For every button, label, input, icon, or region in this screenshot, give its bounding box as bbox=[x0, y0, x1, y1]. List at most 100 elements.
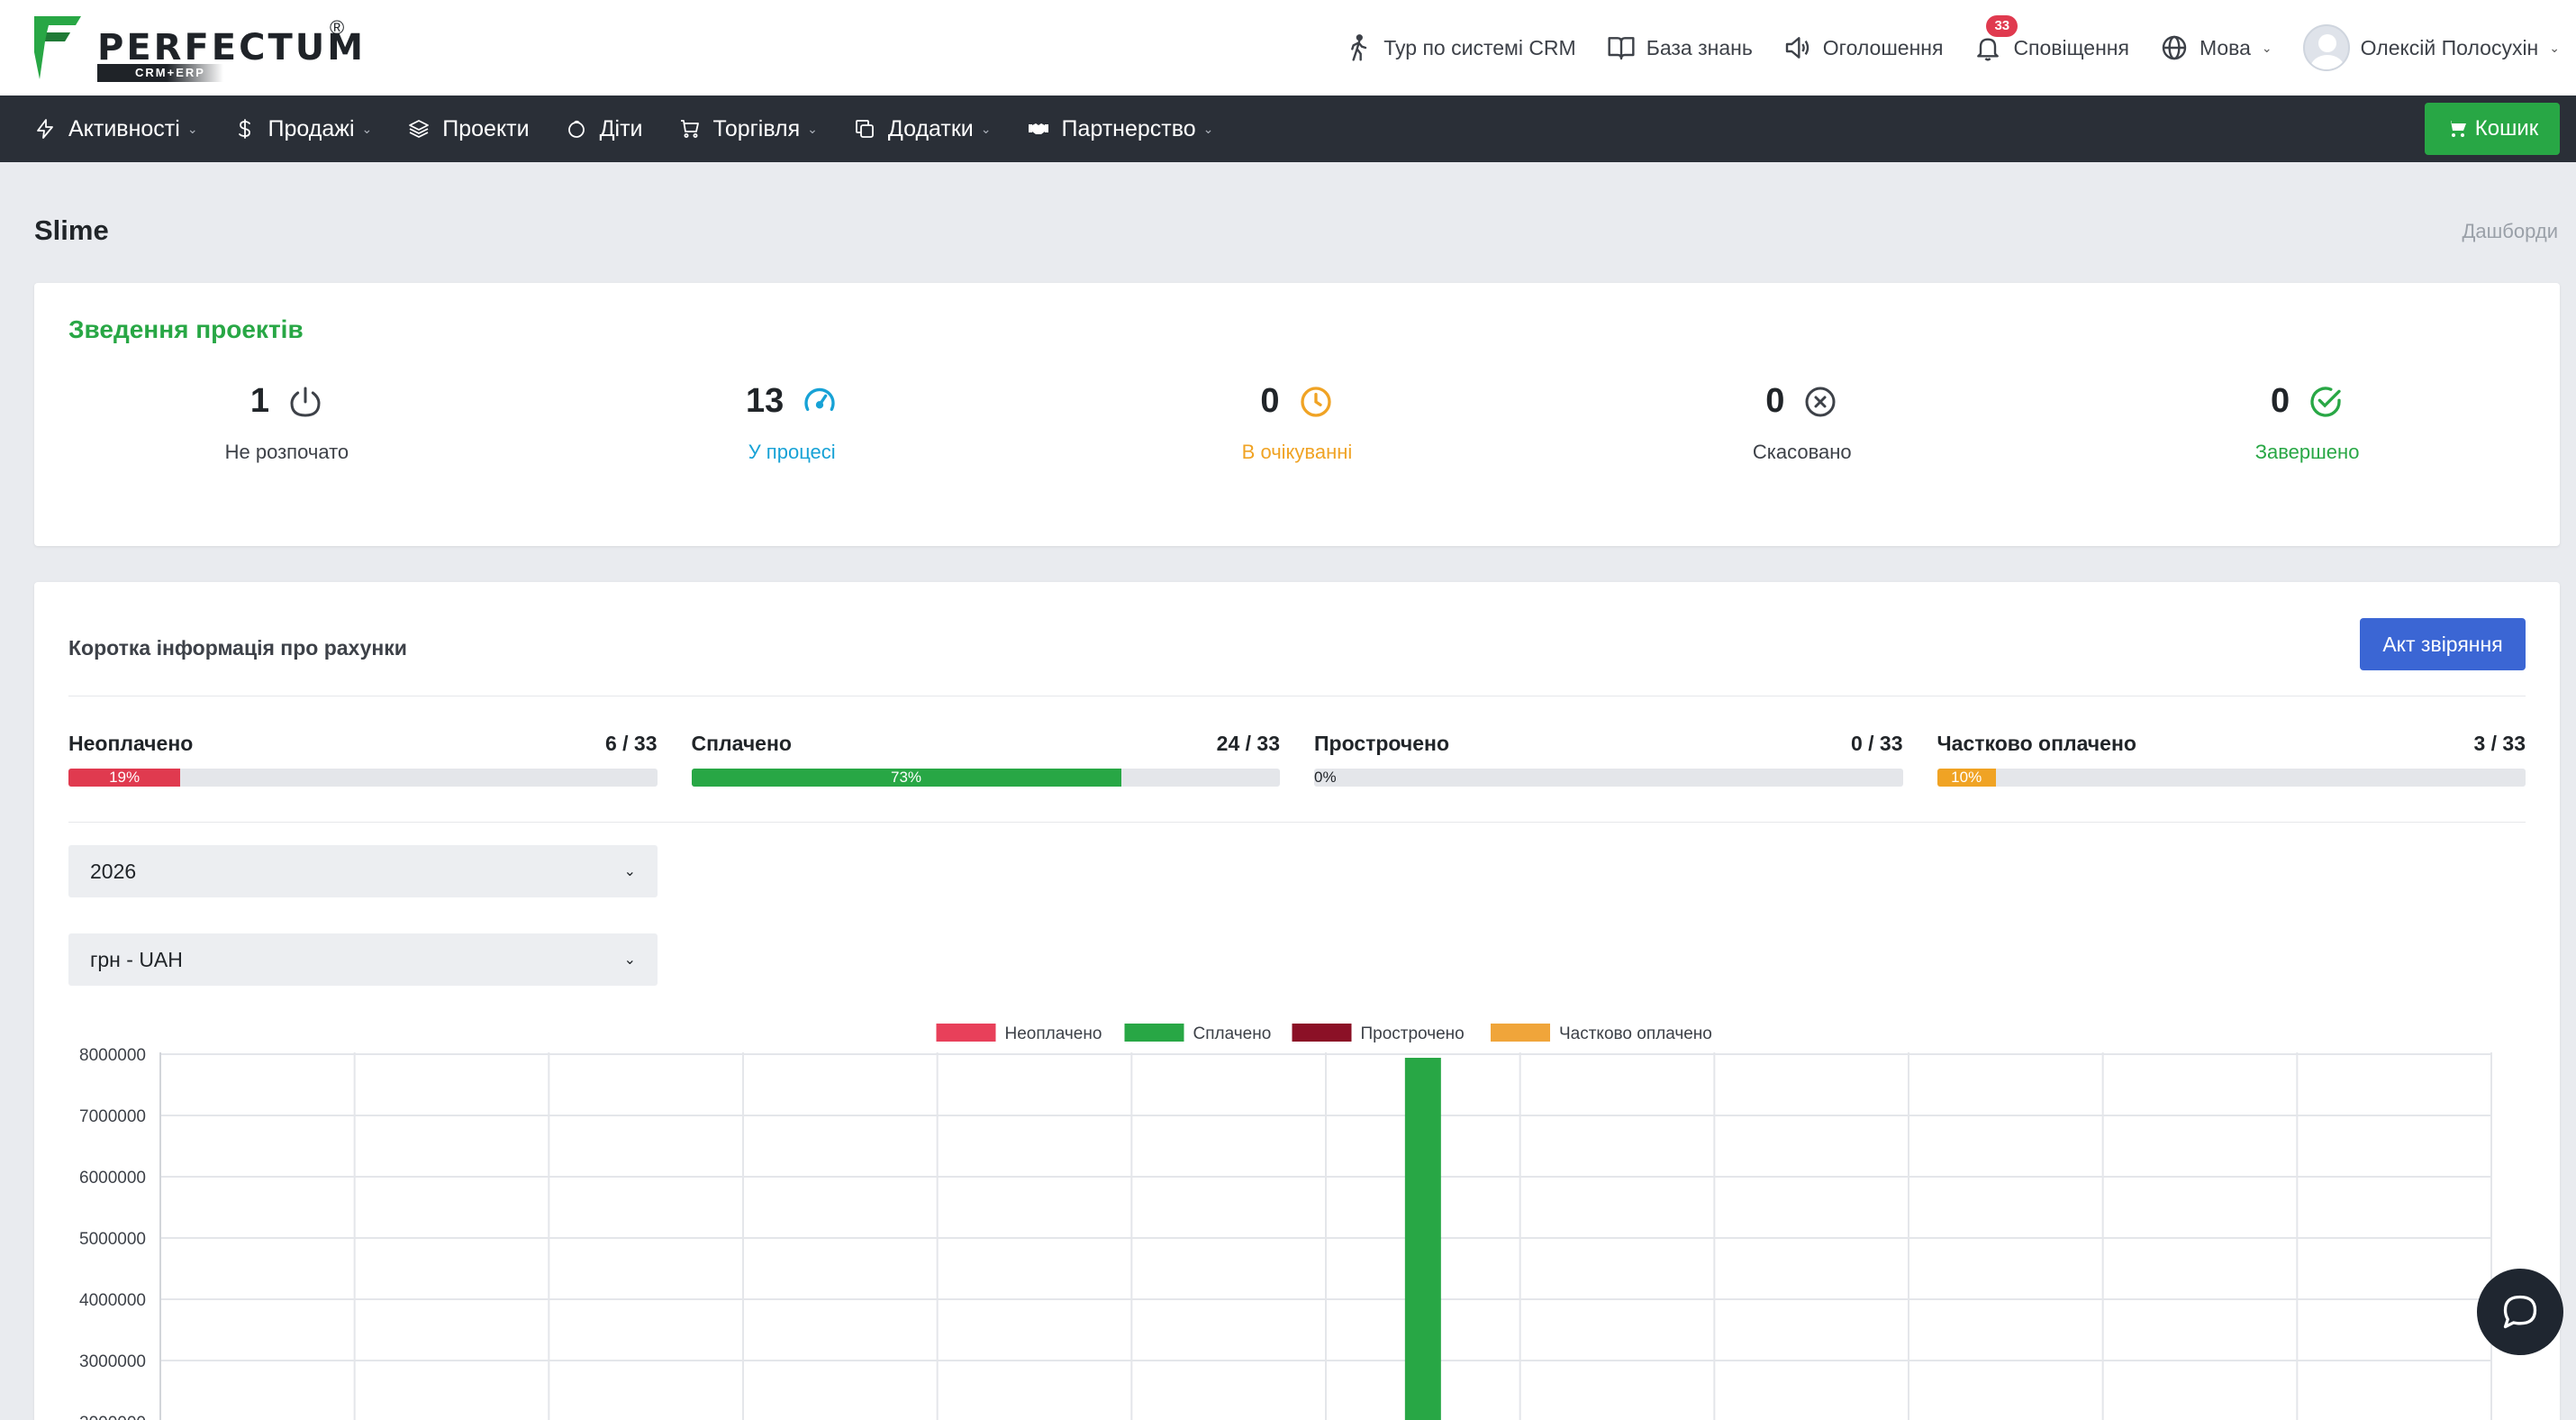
legend-label: Прострочено bbox=[1361, 1024, 1465, 1043]
chevron-down-icon: ⌄ bbox=[186, 121, 198, 136]
bell-icon bbox=[1977, 38, 2000, 61]
top-nav: Тур по системі CRM База знань Оголошення… bbox=[1344, 0, 2560, 96]
nav-item-label: Проекти bbox=[442, 115, 530, 141]
nav-item-sales[interactable]: Продажі ⌄ bbox=[234, 115, 373, 142]
nav-item-label: Партнерство bbox=[1061, 115, 1196, 141]
shopping-cart-icon bbox=[2446, 121, 2466, 137]
nav-item-partnership[interactable]: Партнерство ⌄ bbox=[1028, 115, 1214, 142]
knowledge-label: База знань bbox=[1646, 35, 1753, 59]
book-icon bbox=[1608, 37, 1635, 60]
y-tick-label: 5000000 bbox=[79, 1230, 146, 1249]
nav-item-activities[interactable]: Активності ⌄ bbox=[34, 116, 198, 142]
nav-item-label: Діти bbox=[599, 115, 643, 141]
walking-person-icon bbox=[1351, 34, 1367, 61]
stat-label: У процесі bbox=[748, 441, 836, 463]
legend-swatch bbox=[1292, 1024, 1352, 1042]
stat-label: В очікуванні bbox=[1241, 441, 1353, 463]
handshake-icon bbox=[1028, 123, 1048, 134]
nav-item-trade[interactable]: Торгівля ⌄ bbox=[679, 116, 818, 142]
stat-value: 1 bbox=[249, 382, 269, 420]
knowledge-link[interactable]: База знань bbox=[1607, 33, 1753, 62]
power-icon bbox=[290, 387, 321, 417]
summary-stats: 1 Не розпочато 13 У процесі 0 В очікуван… bbox=[34, 382, 2560, 464]
legend-swatch bbox=[936, 1024, 996, 1042]
cart-label: Кошик bbox=[2474, 116, 2539, 141]
nav-item-children[interactable]: Діти bbox=[566, 116, 643, 142]
nav-item-label: Продажі bbox=[268, 115, 355, 141]
summary-title: Зведення проектів bbox=[68, 315, 304, 343]
announcements-label: Оголошення bbox=[1822, 35, 1944, 59]
stat-cancelled[interactable]: 0 Скасовано bbox=[1549, 382, 2054, 464]
brand-logo[interactable]: PERFECTUM CRM+ERP ® bbox=[34, 16, 363, 83]
lightning-icon bbox=[37, 119, 53, 139]
stat-not-started[interactable]: 1 Не розпочато bbox=[34, 382, 540, 464]
tour-link[interactable]: Тур по системі CRM bbox=[1344, 33, 1576, 62]
user-menu[interactable]: Олексій Полосухін ⌄ bbox=[2302, 24, 2560, 71]
y-tick-label: 8000000 bbox=[79, 1046, 146, 1065]
stat-value: 0 bbox=[1765, 382, 1785, 420]
logo-mark-icon bbox=[34, 16, 81, 79]
legend-swatch bbox=[1491, 1024, 1550, 1042]
copy-icon bbox=[855, 120, 874, 138]
breadcrumb[interactable]: Дашборди bbox=[2463, 220, 2558, 243]
projects-summary-card: Зведення проектів 1 Не розпочато 13 У пр… bbox=[34, 283, 2560, 546]
speedometer-icon bbox=[804, 387, 835, 411]
user-name: Олексій Полосухін bbox=[2360, 35, 2539, 59]
nav-item-label: Активності bbox=[68, 115, 180, 141]
brand-name: PERFECTUM bbox=[97, 27, 367, 68]
chat-bubble-icon bbox=[2503, 1295, 2537, 1329]
stat-in-progress[interactable]: 13 У процесі bbox=[540, 382, 1045, 464]
y-tick-label: 3000000 bbox=[79, 1352, 146, 1371]
stat-label: Завершено bbox=[2254, 441, 2360, 463]
chevron-down-icon: ⌄ bbox=[807, 121, 818, 136]
language-dropdown[interactable]: Мова ⌄ bbox=[2160, 33, 2272, 62]
brand-reg: ® bbox=[330, 16, 345, 39]
legend-swatch bbox=[1124, 1024, 1184, 1042]
tour-label: Тур по системі CRM bbox=[1383, 35, 1576, 59]
stat-completed[interactable]: 0 Завершено bbox=[2054, 382, 2560, 464]
notifications-label: Сповіщення bbox=[2013, 35, 2129, 59]
legend-label: Неоплачено bbox=[1005, 1024, 1102, 1043]
y-tick-label: 2000000 bbox=[79, 1414, 146, 1420]
check-circle-icon bbox=[2310, 386, 2341, 417]
top-header: PERFECTUM CRM+ERP ® Тур по системі CRM Б… bbox=[0, 0, 2576, 96]
brand-sub: CRM+ERP bbox=[97, 64, 223, 82]
nav-item-addons[interactable]: Додатки ⌄ bbox=[854, 116, 992, 142]
stat-pending[interactable]: 0 В очікуванні bbox=[1045, 382, 1550, 464]
stat-label: Скасовано bbox=[1752, 441, 1852, 463]
baby-icon bbox=[567, 120, 585, 138]
notifications-link[interactable]: 33 Сповіщення bbox=[1973, 15, 2129, 62]
main-nav: Активності ⌄ Продажі ⌄ Проекти Діти Торг… bbox=[0, 96, 2576, 162]
chevron-down-icon: ⌄ bbox=[980, 121, 992, 136]
chart-bar bbox=[1404, 1058, 1441, 1420]
announcements-link[interactable]: Оголошення bbox=[1783, 33, 1944, 62]
legend-label: Сплачено bbox=[1193, 1024, 1272, 1043]
chat-button[interactable] bbox=[2477, 1269, 2563, 1355]
chevron-down-icon: ⌄ bbox=[2261, 40, 2272, 55]
nav-item-label: Додатки bbox=[887, 115, 974, 141]
dollar-icon bbox=[238, 119, 250, 139]
nav-item-label: Торгівля bbox=[712, 115, 801, 141]
cart-icon bbox=[680, 120, 699, 138]
megaphone-icon bbox=[1785, 37, 1809, 59]
stat-value: 0 bbox=[1260, 382, 1280, 420]
notifications-badge: 33 bbox=[1986, 15, 2018, 37]
page-title: Slime bbox=[34, 214, 109, 246]
invoices-bar-chart: Неоплачено Сплачено Прострочено Частково оп… bbox=[79, 1024, 2492, 1420]
globe-icon bbox=[2162, 35, 2187, 60]
stat-value: 13 bbox=[746, 382, 785, 420]
y-tick-label: 7000000 bbox=[79, 1107, 146, 1126]
invoices-card: Коротка інформація про рахунки Акт звіря… bbox=[34, 582, 2560, 1420]
chevron-down-icon: ⌄ bbox=[1202, 121, 1214, 136]
y-tick-label: 4000000 bbox=[79, 1291, 146, 1310]
language-label: Мова bbox=[2199, 35, 2251, 59]
avatar bbox=[2302, 24, 2350, 71]
stat-label: Не розпочато bbox=[224, 441, 349, 463]
stat-value: 0 bbox=[2271, 382, 2290, 420]
chevron-down-icon: ⌄ bbox=[2549, 40, 2560, 55]
cart-button[interactable]: Кошик bbox=[2425, 103, 2560, 155]
legend-label: Частково оплачено bbox=[1559, 1024, 1712, 1043]
cancel-circle-icon bbox=[1805, 387, 1836, 416]
nav-item-projects[interactable]: Проекти bbox=[408, 115, 530, 142]
chevron-down-icon: ⌄ bbox=[361, 121, 373, 136]
